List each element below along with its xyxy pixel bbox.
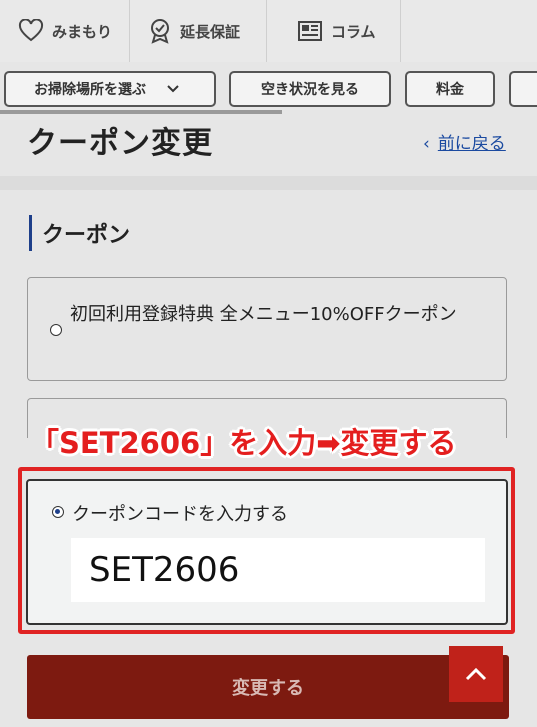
tab-label: 延長保証: [180, 22, 241, 41]
back-link[interactable]: ‹ 前に戻る: [423, 129, 506, 154]
chevron-down-icon: [167, 85, 179, 93]
tab-mimamori[interactable]: みまもり: [0, 0, 130, 62]
back-link-label: 前に戻る: [437, 134, 506, 154]
coupon-option-label: 初回利用登録特典 全メニュー10%OFFクーポン: [70, 304, 457, 325]
top-nav: みまもり 延長保証 コラム: [0, 0, 537, 63]
radio-unselected[interactable]: [50, 324, 62, 336]
back-arrow-icon: ‹: [423, 134, 430, 154]
price-button[interactable]: 料金: [405, 71, 495, 107]
newspaper-icon: [298, 21, 322, 41]
tab-label: みまもり: [52, 22, 113, 41]
section-accent-bar: [29, 215, 32, 251]
heart-icon: [18, 19, 44, 42]
tab-label: コラム: [331, 22, 376, 41]
page-title: クーポン変更: [27, 126, 213, 161]
tab-warranty[interactable]: 延長保証: [130, 0, 267, 62]
section-divider: [0, 176, 537, 190]
instruction-annotation: 「SET2606」を入力➡変更する: [30, 426, 457, 460]
section-title: クーポン: [42, 223, 131, 248]
scroll-to-top-button[interactable]: [449, 646, 503, 702]
submit-button[interactable]: 変更する: [27, 655, 509, 719]
coupon-option-first-use[interactable]: 初回利用登録特典 全メニュー10%OFFクーポン: [27, 277, 507, 381]
horizontal-scrollbar[interactable]: [0, 110, 282, 114]
more-nav-button[interactable]: [509, 71, 537, 107]
chevron-up-icon: [465, 667, 487, 681]
select-area-label: お掃除場所を選ぶ: [34, 82, 146, 98]
tab-column[interactable]: コラム: [267, 0, 401, 62]
select-area-button[interactable]: お掃除場所を選ぶ: [4, 71, 216, 107]
sub-nav: お掃除場所を選ぶ 空き状況を見る 料金: [0, 62, 537, 114]
badge-check-icon: [151, 19, 169, 44]
highlight-box: [18, 467, 515, 634]
availability-button[interactable]: 空き状況を見る: [229, 71, 391, 107]
